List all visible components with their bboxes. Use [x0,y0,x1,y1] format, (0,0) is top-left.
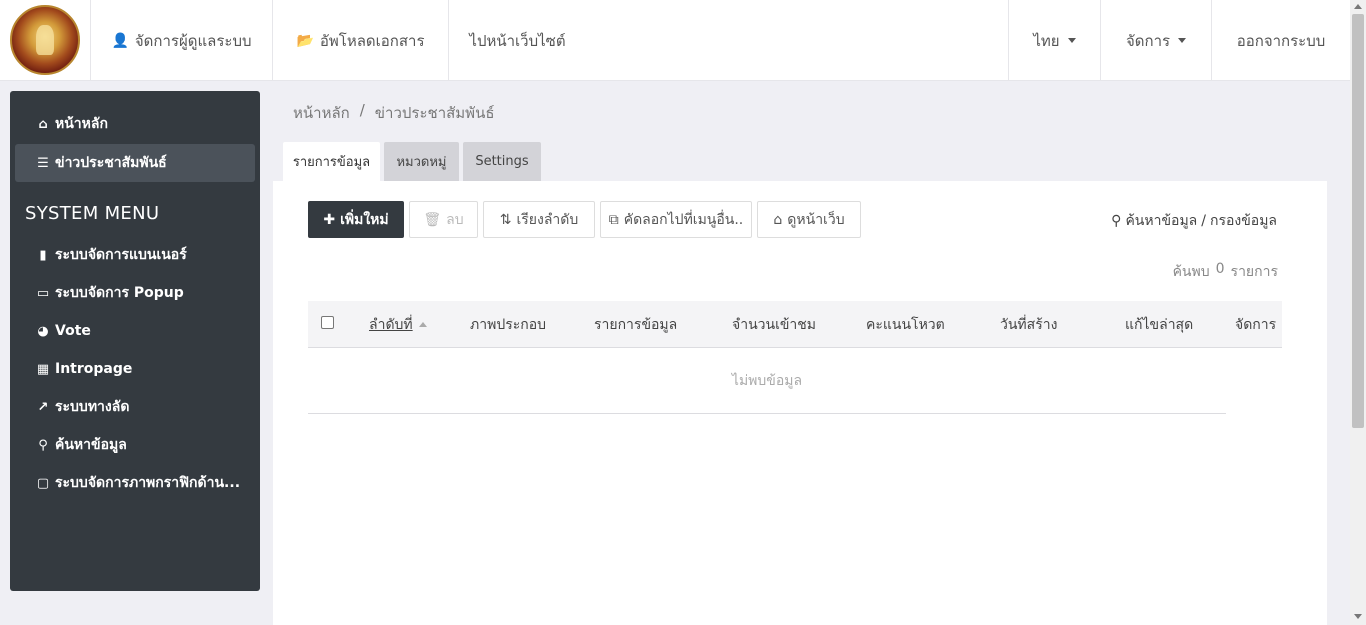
nav-go-to-website-label: ไปหน้าเว็บไซต์ [469,31,566,50]
copy-to-menu-button-label: คัดลอกไปที่เมนูอื่น.. [623,211,744,228]
plus-icon: ✚ [323,211,336,228]
filter-label: กรองข้อมูล [1209,213,1277,229]
home-icon: ⌂ [38,116,48,132]
laptop-icon: ▭ [36,285,50,301]
add-new-button[interactable]: ✚ เพิ่มใหม่ [308,201,404,238]
logo[interactable] [10,5,80,75]
sidebar-item-label: ระบบจัดการแบนเนอร์ [55,247,187,263]
delete-button[interactable]: 🗑 ลบ [409,201,478,238]
sidebar-item-label: Intropage [55,361,133,377]
nav-admin-management[interactable]: 👤 จัดการผู้ดูแลระบบ [90,0,272,81]
nav-admin-management-label: จัดการผู้ดูแลระบบ [134,31,252,50]
sidebar-item-intropage[interactable]: ▦ Intropage [15,350,255,388]
home-icon: ⌂ [773,211,783,228]
sidebar-heading: SYSTEM MENU [25,203,160,224]
bars-icon: ☰ [37,155,49,171]
column-modified[interactable]: แก้ไขล่าสุด [1125,301,1193,348]
bookmark-icon: ▮ [39,247,47,263]
caret-down-icon [1178,38,1187,43]
search-filter-link[interactable]: ⚲ ค้นหาข้อมูล / กรองข้อมูล [1111,210,1277,232]
breadcrumb-current: ข่าวประชาสัมพันธ์ [374,104,495,122]
result-count: ค้นพบ 0 รายการ [1173,261,1278,283]
search-icon: ⚲ [38,437,48,453]
sidebar-item-vote[interactable]: ◕ Vote [15,312,255,350]
logout-link[interactable]: ออกจากระบบ [1211,0,1350,81]
image-icon: ▦ [36,361,50,377]
nav-go-to-website[interactable]: ไปหน้าเว็บไซต์ [448,0,586,81]
scroll-down-icon[interactable] [1354,614,1362,619]
folder-open-icon: 📂 [296,32,314,49]
column-image[interactable]: ภาพประกอบ [470,301,546,348]
breadcrumb-separator: / [359,101,365,119]
sidebar-item-news[interactable]: ☰ ข่าวประชาสัมพันธ์ [15,144,255,182]
sort-order-button-label: เรียงลำดับ [516,211,579,228]
select-all-checkbox[interactable] [321,316,334,329]
sidebar-item-search[interactable]: ⚲ ค้นหาข้อมูล [15,426,255,464]
add-new-button-label: เพิ่มใหม่ [340,211,389,228]
sidebar-item-label: หน้าหลัก [55,116,108,132]
breadcrumb: หน้าหลัก / ข่าวประชาสัมพันธ์ [293,101,494,125]
scrollbar-thumb[interactable] [1352,14,1364,428]
column-actions: จัดการ [1235,316,1277,333]
column-created[interactable]: วันที่สร้าง [1000,301,1057,348]
copy-icon: ⧉ [608,211,619,228]
sidebar-item-label: ข่าวประชาสัมพันธ์ [55,155,167,171]
language-dropdown[interactable]: ไทย [1008,0,1100,81]
column-order[interactable]: ลำดับที่ [369,301,427,348]
top-navbar: 👤 จัดการผู้ดูแลระบบ 📂 อัพโหลดเอกสาร ไปหน… [0,0,1350,81]
vertical-scrollbar[interactable] [1350,0,1366,625]
scroll-up-icon[interactable] [1354,4,1362,9]
manage-dropdown[interactable]: จัดการ [1100,0,1211,81]
caret-down-icon [1067,38,1076,43]
trash-icon: 🗑 [423,211,442,228]
external-link-icon: ↗ [37,399,49,415]
column-item[interactable]: รายการข้อมูล [594,301,677,348]
sidebar-item-label: Vote [55,323,91,339]
sort-order-button[interactable]: ⇅ เรียงลำดับ [483,201,595,238]
view-website-button-label: ดูหน้าเว็บ [787,211,845,228]
result-count-value: 0 [1215,261,1225,277]
pie-chart-icon: ◕ [37,323,49,339]
sidebar-item-graphics[interactable]: ▢ ระบบจัดการภาพกราฟิกด้าน... [15,464,255,502]
sidebar-item-shortcut[interactable]: ↗ ระบบทางลัด [15,388,255,426]
nav-upload-documents[interactable]: 📂 อัพโหลดเอกสาร [272,0,448,81]
nav-upload-documents-label: อัพโหลดเอกสาร [319,31,425,50]
result-suffix: รายการ [1230,264,1278,280]
sidebar-item-banner[interactable]: ▮ ระบบจัดการแบนเนอร์ [15,236,255,274]
view-website-button[interactable]: ⌂ ดูหน้าเว็บ [757,201,861,238]
column-order-label: ลำดับที่ [369,316,413,333]
logout-label: ออกจากระบบ [1236,31,1326,50]
tab-category[interactable]: หมวดหมู่ [384,142,459,181]
column-views[interactable]: จำนวนเข้าชม [732,301,816,348]
sidebar: ⌂ หน้าหลัก ☰ ข่าวประชาสัมพันธ์ SYSTEM ME… [10,91,260,591]
sidebar-item-label: ระบบทางลัด [55,399,130,415]
column-votes[interactable]: คะแนนโหวต [866,301,945,348]
search-label: ค้นหาข้อมูล [1125,213,1198,229]
sidebar-item-label: ระบบจัดการ Popup [55,285,184,301]
language-dropdown-label: ไทย [1033,31,1060,50]
delete-button-label: ลบ [446,211,464,228]
table-header: ลำดับที่ ภาพประกอบ รายการข้อมูล จำนวนเข้… [308,301,1282,348]
search-icon: ⚲ [1111,213,1122,229]
result-prefix: ค้นพบ [1172,264,1210,280]
sort-asc-icon [418,322,427,327]
sidebar-item-label: ระบบจัดการภาพกราฟิกด้าน... [55,475,241,491]
tab-list[interactable]: รายการข้อมูล [283,142,380,181]
user-icon: 👤 [111,32,129,49]
breadcrumb-home[interactable]: หน้าหลัก [293,101,350,125]
manage-dropdown-label: จัดการ [1125,31,1171,50]
sidebar-item-home[interactable]: ⌂ หน้าหลัก [15,105,255,143]
sort-icon: ⇅ [499,211,512,228]
sidebar-item-popup[interactable]: ▭ ระบบจัดการ Popup [15,274,255,312]
copy-to-menu-button[interactable]: ⧉ คัดลอกไปที่เมนูอื่น.. [600,201,752,238]
desktop-icon: ▢ [36,475,50,491]
search-separator: / [1201,213,1206,229]
sidebar-item-label: ค้นหาข้อมูล [55,437,127,453]
empty-table-message: ไม่พบข้อมูล [308,348,1226,414]
tab-settings[interactable]: Settings [463,142,541,181]
content-panel: ✚ เพิ่มใหม่ 🗑 ลบ ⇅ เรียงลำดับ ⧉ คัดลอกไป… [273,181,1327,625]
